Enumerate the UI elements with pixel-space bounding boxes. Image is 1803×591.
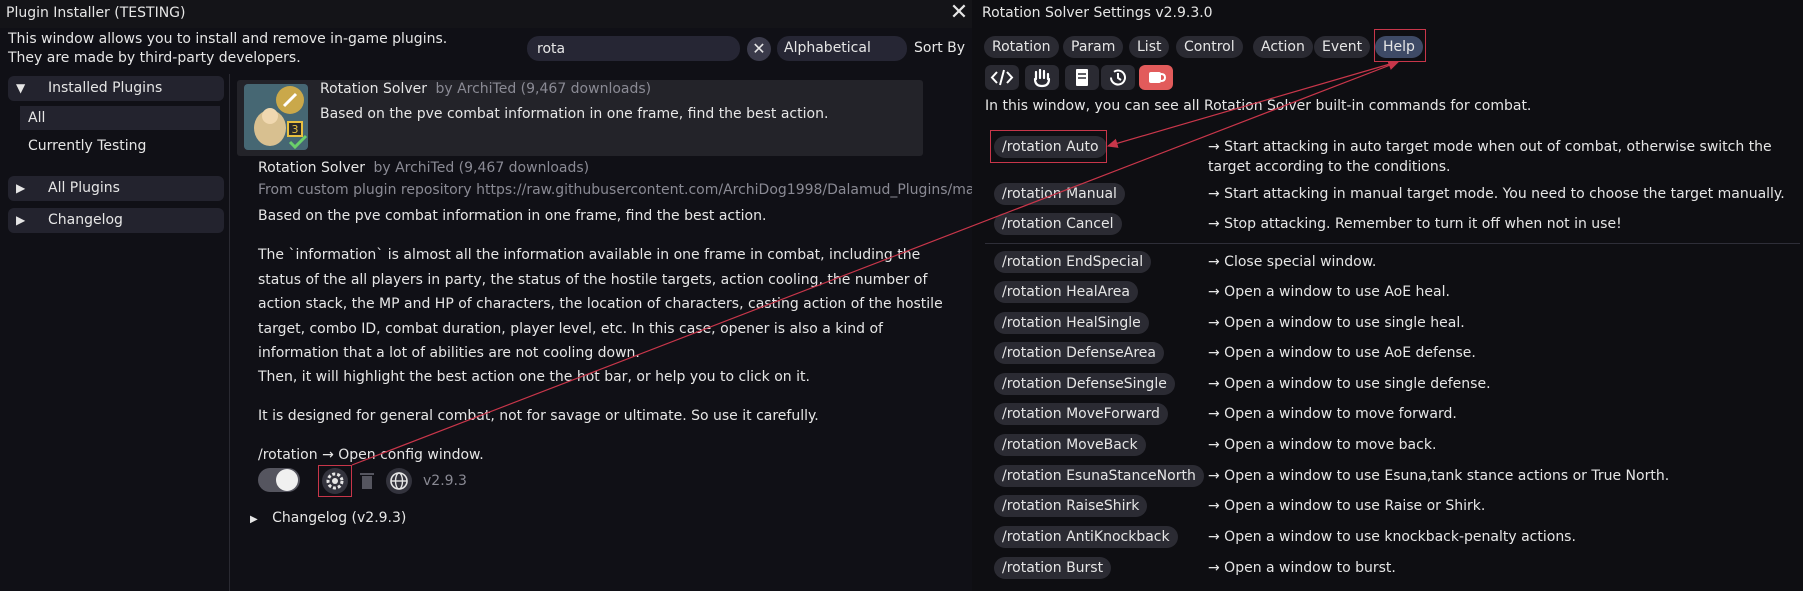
toggle-knob <box>276 469 298 491</box>
sidebar-item-testing[interactable]: Currently Testing <box>20 134 220 158</box>
sort-dropdown[interactable]: Alphabetical <box>777 36 907 61</box>
detail-author: by ArchiTed (9,467 downloads) <box>373 160 590 176</box>
delete-button[interactable] <box>354 468 380 494</box>
hand-icon <box>1033 68 1051 88</box>
command-antiknockback-desc: → Open a window to use knockback-penalty… <box>1208 529 1576 545</box>
sidebar-group-installed[interactable]: ▼ Installed Plugins <box>8 76 224 101</box>
sidebar-group-label: Changelog <box>48 212 123 228</box>
command-antiknockback-button[interactable]: /rotation AntiKnockback <box>994 526 1178 548</box>
sidebar-item-all[interactable]: All <box>20 106 220 130</box>
detail-paragraph-1: Based on the pve combat information in o… <box>258 208 767 224</box>
book-icon <box>1076 69 1088 86</box>
card-description: Based on the pve combat information in o… <box>320 106 829 122</box>
command-defensesingle-desc: → Open a window to use single defense. <box>1208 376 1491 392</box>
triangle-down-icon: ▼ <box>16 81 26 95</box>
detail-paragraph-2: The `information` is almost all the info… <box>258 247 943 361</box>
globe-icon <box>390 472 408 490</box>
intro-line-2: They are made by third-party developers. <box>8 50 301 66</box>
command-esuna-button[interactable]: /rotation EsunaStanceNorth <box>994 465 1204 487</box>
website-button[interactable] <box>386 468 412 494</box>
close-icon[interactable]: ✕ <box>948 2 970 24</box>
changelog-label: Changelog (v2.9.3) <box>272 510 407 526</box>
command-burst-desc: → Open a window to burst. <box>1208 560 1396 576</box>
detail-paragraph-5: /rotation → Open config window. <box>258 447 484 463</box>
command-healsingle-desc: → Open a window to use single heal. <box>1208 315 1465 331</box>
command-endspecial-button[interactable]: /rotation EndSpecial <box>994 251 1152 273</box>
divider <box>985 243 1800 244</box>
clear-search-button[interactable]: ✕ <box>747 37 771 61</box>
coffee-icon <box>1149 72 1167 83</box>
command-cancel-button[interactable]: /rotation Cancel <box>994 213 1122 235</box>
command-manual-button[interactable]: /rotation Manual <box>994 183 1125 205</box>
triangle-right-icon: ▶ <box>16 181 26 195</box>
tab-action[interactable]: Action <box>1253 36 1313 58</box>
trash-icon <box>360 473 374 489</box>
window-title: Rotation Solver Settings v2.9.3.0 <box>982 5 1213 21</box>
help-tab-highlight <box>1374 29 1426 62</box>
help-description: In this window, you can see all Rotation… <box>985 98 1532 114</box>
command-defensearea-desc: → Open a window to use AoE defense. <box>1208 345 1476 361</box>
window-title: Plugin Installer (TESTING) <box>6 5 186 21</box>
settings-button-highlight <box>318 465 352 497</box>
detail-paragraph-4: It is designed for general combat, not f… <box>258 408 819 424</box>
command-moveback-button[interactable]: /rotation MoveBack <box>994 434 1146 456</box>
command-healarea-desc: → Open a window to use AoE heal. <box>1208 284 1450 300</box>
auto-command-highlight <box>990 130 1107 163</box>
card-title-row: Rotation Solver by ArchiTed (9,467 downl… <box>320 81 651 97</box>
detail-paragraph-3: Then, it will highlight the best action … <box>258 369 810 385</box>
icon-badge: 3 <box>292 123 299 136</box>
rotation-settings-titlebar[interactable]: Rotation Solver Settings v2.9.3.0 <box>972 0 1803 28</box>
intro-line-1: This window allows you to install and re… <box>8 31 448 47</box>
search-input[interactable] <box>527 36 740 61</box>
command-manual-desc: → Start attacking in manual target mode.… <box>1208 186 1785 202</box>
tab-event[interactable]: Event <box>1314 36 1371 58</box>
hand-button[interactable] <box>1025 65 1059 90</box>
changelog-expander[interactable]: ▶ Changelog (v2.9.3) <box>250 510 406 526</box>
command-defensearea-button[interactable]: /rotation DefenseArea <box>994 342 1164 364</box>
triangle-right-icon: ▶ <box>16 213 26 227</box>
sidebar-group-label: Installed Plugins <box>48 80 163 96</box>
tab-list[interactable]: List <box>1129 36 1170 58</box>
tab-rotation[interactable]: Rotation <box>984 36 1059 58</box>
sidebar-group-changelog[interactable]: ▶ Changelog <box>8 208 224 233</box>
code-icon <box>990 69 1014 86</box>
sidebar-group-all-plugins[interactable]: ▶ All Plugins <box>8 176 224 201</box>
command-moveback-desc: → Open a window to move back. <box>1208 437 1437 453</box>
command-healarea-button[interactable]: /rotation HealArea <box>994 281 1138 303</box>
close-icon: ✕ <box>752 39 766 58</box>
tab-param[interactable]: Param <box>1063 36 1124 58</box>
history-button[interactable] <box>1101 65 1135 90</box>
card-author: by ArchiTed (9,467 downloads) <box>435 81 652 97</box>
book-button[interactable] <box>1065 65 1099 90</box>
plugin-version: v2.9.3 <box>423 473 467 489</box>
sort-by-label: Sort By <box>914 40 966 56</box>
command-endspecial-desc: → Close special window. <box>1208 254 1377 270</box>
code-button[interactable] <box>985 65 1019 90</box>
plugin-installer-titlebar[interactable]: Plugin Installer (TESTING) <box>0 0 972 28</box>
detail-repo: From custom plugin repository https://ra… <box>258 182 992 198</box>
triangle-right-icon: ▶ <box>250 514 258 525</box>
command-auto-desc: → Start attacking in auto target mode wh… <box>1208 139 1772 175</box>
command-raiseshirk-desc: → Open a window to use Raise or Shirk. <box>1208 498 1486 514</box>
command-defensesingle-button[interactable]: /rotation DefenseSingle <box>994 373 1175 395</box>
sidebar-group-label: All Plugins <box>48 180 120 196</box>
plugin-icon: 3 <box>244 84 308 150</box>
card-name: Rotation Solver <box>320 81 427 97</box>
tab-control[interactable]: Control <box>1176 36 1243 58</box>
command-healsingle-button[interactable]: /rotation HealSingle <box>994 312 1149 334</box>
command-esuna-desc: → Open a window to use Esuna,tank stance… <box>1208 468 1670 484</box>
command-burst-button[interactable]: /rotation Burst <box>994 557 1112 579</box>
command-raiseshirk-button[interactable]: /rotation RaiseShirk <box>994 495 1148 517</box>
command-cancel-desc: → Stop attacking. Remember to turn it of… <box>1208 216 1622 232</box>
command-moveforward-desc: → Open a window to move forward. <box>1208 406 1457 422</box>
detail-name: Rotation Solver <box>258 160 365 176</box>
history-icon <box>1109 69 1126 86</box>
detail-title-row: Rotation Solver by ArchiTed (9,467 downl… <box>258 160 589 176</box>
command-moveforward-button[interactable]: /rotation MoveForward <box>994 403 1168 425</box>
coffee-button[interactable] <box>1139 65 1173 90</box>
